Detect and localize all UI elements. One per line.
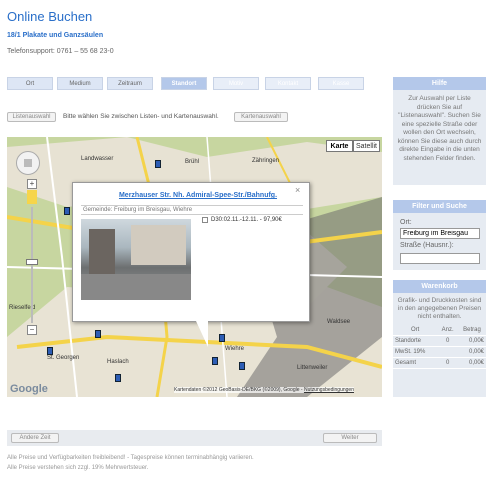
google-logo: Google xyxy=(10,383,48,395)
map-label-wiehre: Wiehre xyxy=(225,346,245,352)
help-text: Zur Auswahl per Liste drücken Sie auf "L… xyxy=(397,95,482,162)
filter-title: Filter und Suche xyxy=(393,200,486,213)
location-pin[interactable] xyxy=(95,330,101,338)
location-pin[interactable] xyxy=(155,160,161,168)
map-selection-button[interactable]: Kartenauswahl xyxy=(234,112,288,122)
street-input[interactable] xyxy=(400,253,480,264)
cart-row-label: Standorte xyxy=(393,335,438,347)
cart-header-anz: Anz. xyxy=(437,325,458,336)
ort-label: Ort: xyxy=(400,219,412,226)
cart-row-count: 0 xyxy=(437,357,458,369)
cart-note: Grafik- und Druckkosten sind in den ange… xyxy=(397,297,482,320)
map-label-zaehringen: Zähringen xyxy=(252,158,280,164)
photo-street xyxy=(81,274,191,300)
zoom-in-button[interactable]: + xyxy=(27,179,37,189)
step-zeitraum[interactable]: Zeitraum xyxy=(107,77,153,90)
location-pin[interactable] xyxy=(64,207,70,215)
cart-header-ort: Ort xyxy=(393,325,438,336)
pan-center-icon xyxy=(24,159,32,167)
cart-header-betrag: Betrag xyxy=(458,325,486,336)
step-standort[interactable]: Standort xyxy=(161,77,207,90)
cart-row-count xyxy=(437,346,458,358)
ort-input[interactable] xyxy=(400,228,480,239)
offer-checkbox[interactable] xyxy=(202,217,208,223)
step-kontakt: Kontakt xyxy=(265,77,311,90)
step-ort[interactable]: Ort xyxy=(7,77,53,90)
map-label-landwasser: Landwasser xyxy=(81,156,114,162)
cart-row-label: MwSt. 19% xyxy=(393,346,438,358)
table-row: Gesamt 0 0,00€ xyxy=(393,357,486,369)
map-label-waldsee: Waldsee xyxy=(327,319,351,325)
zoom-slider-track[interactable] xyxy=(31,207,33,323)
step-kasse: Kasse xyxy=(318,77,364,90)
help-title: Hilfe xyxy=(393,77,486,90)
map-type-karte[interactable]: Karte xyxy=(326,140,353,152)
cart-row-label: Gesamt xyxy=(393,357,438,369)
pegman-icon[interactable] xyxy=(27,190,37,204)
help-box: Hilfe Zur Auswahl per Liste drücken Sie … xyxy=(393,77,486,185)
cart-row-count: 0 xyxy=(437,335,458,347)
list-selection-button[interactable]: Listenauswahl xyxy=(7,112,56,122)
cart-row-amount: 0,00€ xyxy=(458,346,486,358)
filter-box: Filter und Suche Ort: Straße (Hausnr.): xyxy=(393,200,486,270)
toggle-description: Bitte wählen Sie zwischen Listen- und Ka… xyxy=(63,113,219,120)
location-photo xyxy=(81,219,191,300)
photo-building xyxy=(131,225,186,265)
close-icon[interactable]: × xyxy=(295,185,300,195)
location-pin[interactable] xyxy=(47,347,53,355)
location-pin[interactable] xyxy=(219,334,225,342)
zoom-out-button[interactable]: − xyxy=(27,325,37,335)
back-button[interactable]: Andere Zeit xyxy=(11,433,59,443)
page-subtitle: 18/1 Plakate und Ganzsäulen xyxy=(7,32,104,39)
cart-box: Warenkorb Grafik- und Druckkosten sind i… xyxy=(393,280,486,397)
map-type-satellit[interactable]: Satellit xyxy=(353,140,380,152)
map-label-haslach: Haslach xyxy=(107,359,129,365)
popup-pointer xyxy=(196,321,208,347)
map-label-st-georgen: St. Georgen xyxy=(47,355,80,361)
page-title: Online Buchen xyxy=(7,9,93,24)
footer-tax-note: Alle Preise verstehen sich zzgl. 19% Meh… xyxy=(7,465,149,471)
table-row: MwSt. 19% 0,00€ xyxy=(393,346,486,358)
cart-row-amount: 0,00€ xyxy=(458,357,486,369)
offer-label: D30:02.11.-12.11. - 97,90€ xyxy=(211,217,282,223)
map-label-littenweiler: Littenweiler xyxy=(297,365,328,371)
popup-location: Gemeinde: Freiburg im Breisgau, Wiehre xyxy=(81,205,303,215)
popup-title[interactable]: Merzhauser Str. Nh. Admiral-Spee-Str./Ba… xyxy=(103,192,293,199)
map-copyright: Kartendaten ©2012 GeoBasis-DE/BKG (©2009… xyxy=(174,387,354,393)
location-popup: × Merzhauser Str. Nh. Admiral-Spee-Str./… xyxy=(72,182,310,322)
location-pin[interactable] xyxy=(115,374,121,382)
table-row: Standorte 0 0,00€ xyxy=(393,335,486,347)
zoom-slider-handle[interactable] xyxy=(26,259,38,265)
cart-table: Ort Anz. Betrag Standorte 0 0,00€ MwSt. … xyxy=(393,325,486,369)
photo-building xyxy=(89,229,115,274)
location-pin[interactable] xyxy=(212,357,218,365)
footer-price-note: Alle Preise und Verfügbarkeiten freiblei… xyxy=(7,455,254,461)
step-medium[interactable]: Medium xyxy=(57,77,103,90)
phone-support: Telefonsupport: 0761 – 55 68 23-0 xyxy=(7,48,114,55)
step-motiv: Motiv xyxy=(213,77,259,90)
terms-link[interactable]: Nutzungsbedingungen xyxy=(304,387,354,393)
cart-row-amount: 0,00€ xyxy=(458,335,486,347)
next-button[interactable]: Weiter xyxy=(323,433,377,443)
street-label: Straße (Hausnr.): xyxy=(400,242,454,249)
cart-title: Warenkorb xyxy=(393,280,486,293)
map-label-bruehl: Brühl xyxy=(185,159,200,165)
location-pin[interactable] xyxy=(239,362,245,370)
